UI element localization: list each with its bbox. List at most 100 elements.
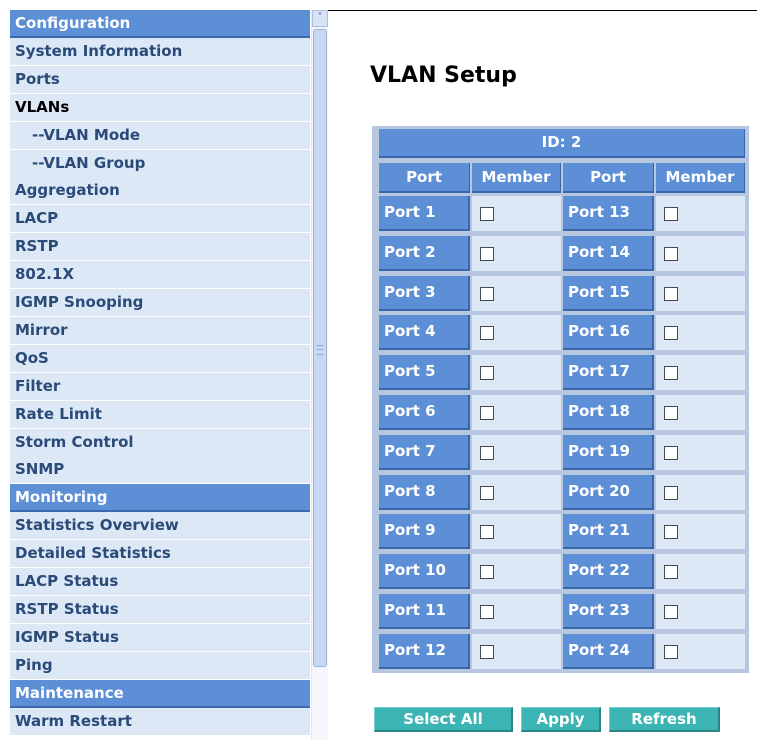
sidebar-item-rate-limit[interactable]: Rate Limit [10, 401, 310, 429]
member-cell [472, 554, 561, 589]
member-checkbox[interactable] [664, 446, 678, 460]
member-checkbox[interactable] [480, 366, 494, 380]
sidebar-item-statistics-overview[interactable]: Statistics Overview [10, 512, 310, 540]
frame-divider [328, 10, 757, 11]
port-label: Port 9 [379, 514, 470, 549]
member-cell [472, 355, 561, 390]
member-checkbox[interactable] [664, 366, 678, 380]
port-label: Port 2 [379, 236, 470, 271]
member-checkbox[interactable] [480, 565, 494, 579]
member-checkbox[interactable] [664, 326, 678, 340]
sidebar-item-system-information[interactable]: System Information [10, 38, 310, 66]
sidebar-item-warm-restart[interactable]: Warm Restart [10, 708, 310, 736]
member-checkbox[interactable] [480, 207, 494, 221]
vlan-member-table: ID: 2 Port Member Port Member Port 1 Port 13 Po… [372, 126, 749, 673]
member-checkbox[interactable] [664, 605, 678, 619]
port-label: Port 15 [563, 276, 654, 311]
member-cell [656, 435, 745, 470]
scroll-thumb[interactable] [313, 29, 327, 667]
sidebar-item-filter[interactable]: Filter [10, 373, 310, 401]
select-all-button[interactable]: Select All [374, 707, 513, 732]
member-checkbox[interactable] [480, 486, 494, 500]
sidebar-frame: Configuration System Information Ports VLAN… [10, 10, 328, 740]
sidebar-item-igmp-status[interactable]: IGMP Status [10, 624, 310, 652]
port-label: Port 16 [563, 315, 654, 350]
apply-button[interactable]: Apply [521, 707, 601, 732]
member-cell [472, 594, 561, 629]
port-label: Port 12 [379, 634, 470, 669]
member-cell [656, 514, 745, 549]
sidebar-item-vlan-mode[interactable]: --VLAN Mode [10, 122, 310, 150]
sidebar-item-mirror[interactable]: Mirror [10, 317, 310, 345]
member-cell [656, 594, 745, 629]
member-checkbox[interactable] [480, 645, 494, 659]
member-checkbox[interactable] [480, 446, 494, 460]
member-cell [656, 395, 745, 430]
member-cell [656, 196, 745, 231]
member-cell [656, 475, 745, 510]
sidebar-item-vlan-group[interactable]: --VLAN Group [10, 150, 310, 178]
column-header-member: Member [472, 163, 561, 193]
sidebar-item-snmp[interactable]: SNMP [10, 456, 310, 484]
port-label: Port 17 [563, 355, 654, 390]
member-cell [656, 315, 745, 350]
port-label: Port 8 [379, 475, 470, 510]
sidebar-item-vlans[interactable]: VLANs [10, 94, 310, 122]
sidebar-section-monitoring: Monitoring [10, 484, 310, 512]
sidebar-item-ping[interactable]: Ping [10, 652, 310, 680]
member-checkbox[interactable] [480, 525, 494, 539]
sidebar-item-lacp[interactable]: LACP [10, 205, 310, 233]
member-checkbox[interactable] [480, 605, 494, 619]
sidebar-item-lacp-status[interactable]: LACP Status [10, 568, 310, 596]
sidebar-scrollbar[interactable]: ˄ [311, 10, 328, 740]
port-label: Port 6 [379, 395, 470, 430]
member-checkbox[interactable] [480, 326, 494, 340]
member-checkbox[interactable] [480, 406, 494, 420]
member-cell [472, 634, 561, 669]
member-checkbox[interactable] [664, 565, 678, 579]
member-cell [656, 236, 745, 271]
member-cell [472, 475, 561, 510]
member-cell [472, 435, 561, 470]
sidebar-item-rstp[interactable]: RSTP [10, 233, 310, 261]
sidebar-item-aggregation[interactable]: Aggregation [10, 177, 310, 205]
member-cell [472, 395, 561, 430]
sidebar-item-802-1x[interactable]: 802.1X [10, 261, 310, 289]
port-label: Port 14 [563, 236, 654, 271]
member-checkbox[interactable] [664, 406, 678, 420]
member-checkbox[interactable] [664, 645, 678, 659]
port-label: Port 5 [379, 355, 470, 390]
member-checkbox[interactable] [480, 287, 494, 301]
port-label: Port 4 [379, 315, 470, 350]
port-label: Port 22 [563, 554, 654, 589]
sidebar-item-storm-control[interactable]: Storm Control [10, 429, 310, 457]
member-cell [472, 236, 561, 271]
port-label: Port 13 [563, 196, 654, 231]
member-checkbox[interactable] [664, 207, 678, 221]
port-label: Port 3 [379, 276, 470, 311]
scroll-up-arrow-icon[interactable]: ˄ [312, 10, 328, 27]
member-checkbox[interactable] [664, 247, 678, 261]
column-header-member: Member [656, 163, 745, 193]
member-cell [472, 315, 561, 350]
port-label: Port 18 [563, 395, 654, 430]
member-cell [656, 634, 745, 669]
member-checkbox[interactable] [664, 287, 678, 301]
port-label: Port 20 [563, 475, 654, 510]
port-label: Port 19 [563, 435, 654, 470]
port-label: Port 21 [563, 514, 654, 549]
port-label: Port 7 [379, 435, 470, 470]
sidebar-item-igmp-snooping[interactable]: IGMP Snooping [10, 289, 310, 317]
sidebar-item-ports[interactable]: Ports [10, 66, 310, 94]
member-checkbox[interactable] [664, 486, 678, 500]
grip-icon [317, 345, 323, 355]
sidebar-item-qos[interactable]: QoS [10, 345, 310, 373]
sidebar-item-detailed-statistics[interactable]: Detailed Statistics [10, 540, 310, 568]
refresh-button[interactable]: Refresh [609, 707, 720, 732]
sidebar-item-rstp-status[interactable]: RSTP Status [10, 596, 310, 624]
member-checkbox[interactable] [480, 247, 494, 261]
member-checkbox[interactable] [664, 525, 678, 539]
port-label: Port 1 [379, 196, 470, 231]
member-cell [472, 196, 561, 231]
page-title: VLAN Setup [370, 63, 517, 88]
